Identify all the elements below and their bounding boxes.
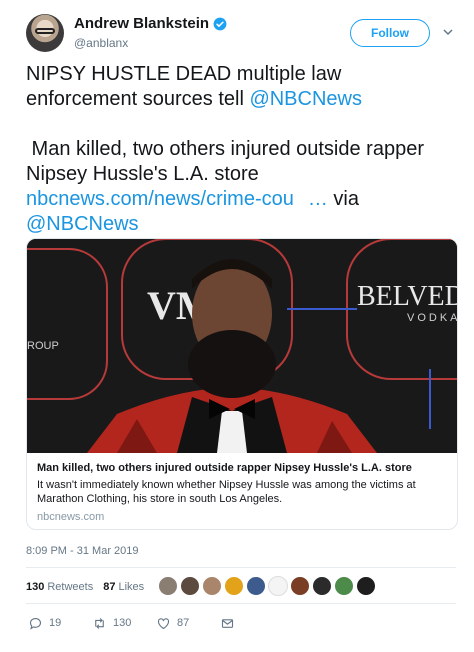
card-photo: VM BELVED VODKA ROUP (27, 239, 457, 453)
card-image[interactable]: VM BELVED VODKA ROUP (27, 239, 457, 453)
retweets-label: Retweets (47, 581, 94, 593)
tweet-text: NIPSY HUSTLE DEAD multiple law enforceme… (26, 62, 462, 237)
nbcnews-mention-link[interactable]: @NBCNews (249, 88, 362, 110)
sign-vodka: VODKA (407, 312, 457, 324)
card-body[interactable]: Man killed, two others injured outside r… (37, 461, 447, 523)
liker-avatar[interactable] (334, 576, 354, 596)
link-preview-card[interactable]: VM BELVED VODKA ROUP Man killed, two oth… (26, 238, 458, 530)
likes-count: 87 (103, 581, 116, 593)
liker-avatars (158, 576, 376, 596)
retweet-count: 130 (113, 617, 132, 629)
avatar[interactable] (26, 14, 64, 52)
reply-icon (29, 617, 42, 630)
liker-avatar[interactable] (224, 576, 244, 596)
sign-roup: ROUP (27, 340, 59, 352)
likes-label: Likes (118, 581, 145, 593)
like-count: 87 (177, 617, 190, 629)
liker-avatar[interactable] (356, 576, 376, 596)
liker-avatar[interactable] (202, 576, 222, 596)
chevron-down-icon[interactable] (442, 26, 454, 38)
tweet-line-3: Man killed, two others injured outside r… (26, 138, 424, 160)
article-url-link[interactable]: nbcnews.com/news/crime-cou (26, 188, 294, 210)
author-name-row[interactable]: Andrew Blankstein (74, 15, 227, 32)
heart-icon (157, 617, 170, 629)
tweet-timestamp[interactable]: 8:09 PM - 31 Mar 2019 (26, 545, 139, 557)
tweet-header: Andrew Blankstein @anblanx Follow (26, 12, 456, 56)
sign-belved: BELVED (357, 281, 457, 312)
tweet-line-1: NIPSY HUSTLE DEAD multiple law (26, 63, 342, 85)
card-description: It wasn't immediately known whether Nips… (37, 479, 416, 505)
tweet-line-2: enforcement sources tell @NBCNews (26, 87, 462, 112)
card-title[interactable]: Man killed, two others injured outside r… (37, 461, 447, 475)
nbcnews-via-link[interactable]: @NBCNews (26, 213, 139, 235)
author-name[interactable]: Andrew Blankstein (74, 15, 209, 32)
card-domain[interactable]: nbcnews.com (37, 511, 447, 523)
tweet-line-4: Nipsey Hussle's L.A. store (26, 163, 259, 185)
liker-avatar[interactable] (246, 576, 266, 596)
likes-stat[interactable]: 87 Likes (103, 581, 144, 593)
retweets-stat[interactable]: 130 Retweets (26, 581, 93, 593)
liker-avatar[interactable] (180, 576, 200, 596)
follow-button[interactable]: Follow (350, 19, 430, 47)
url-ellipsis[interactable]: … (308, 188, 328, 210)
retweets-count: 130 (26, 581, 45, 593)
divider (26, 603, 456, 604)
reply-button[interactable]: 19 (28, 616, 92, 631)
tweet-line-2-text: enforcement sources tell (26, 88, 250, 110)
tweet-line-6: @NBCNews (26, 212, 462, 237)
message-icon (221, 618, 234, 628)
engagement-stats: 130 Retweets 87 Likes (26, 576, 154, 598)
verified-badge-icon (213, 17, 227, 30)
via-text: via (327, 188, 359, 210)
liker-avatar[interactable] (312, 576, 332, 596)
retweet-button[interactable]: 130 (92, 616, 156, 631)
like-button[interactable]: 87 (156, 616, 220, 631)
direct-message-button[interactable] (220, 616, 235, 631)
author-handle[interactable]: @anblanx (74, 36, 128, 50)
retweet-icon (95, 617, 104, 629)
liker-avatar[interactable] (290, 576, 310, 596)
tweet-line-5: nbcnews.com/news/crime-cou … via (26, 187, 462, 212)
tweet-actions: 19 130 87 (28, 614, 235, 632)
divider (26, 567, 456, 568)
reply-count: 19 (49, 617, 62, 629)
liker-avatar[interactable] (158, 576, 178, 596)
liker-avatar[interactable] (268, 576, 288, 596)
